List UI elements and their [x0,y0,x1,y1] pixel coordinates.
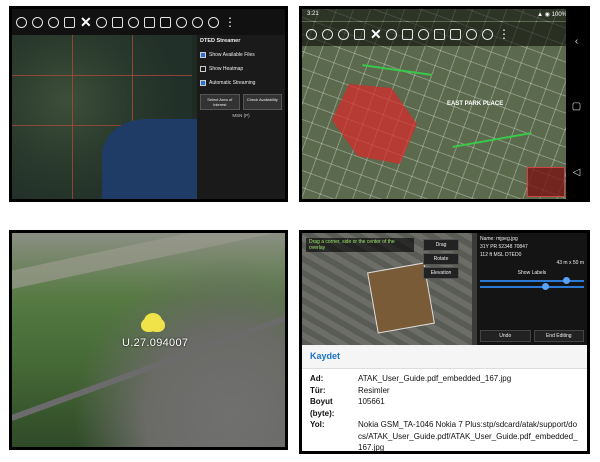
recents-icon[interactable]: ◁ [573,167,581,178]
alert-icon[interactable] [418,28,429,40]
option-show-files[interactable]: Show Available Files [200,52,282,58]
opacity-slider[interactable] [480,277,584,284]
dted-title: DTED Streamer [200,38,241,44]
marker-label: U.27.094007 [122,337,189,349]
panel-dted-streamer: ✕ ⋮ DTED Streamer Show Available Files S… [9,6,288,202]
overflow-menu-icon[interactable]: ⋮ [498,28,510,40]
checkbox-icon[interactable] [200,52,206,58]
elevation-button[interactable]: Elevation [423,267,459,279]
circle-icon[interactable] [306,28,317,40]
overlay-info-panel: Name: mjpeg.jpg 31Y PR 52348 70847 112 f… [477,233,587,345]
prop-row: Boyut (byte): 105661 [310,397,385,418]
layers-icon[interactable] [144,16,155,28]
marker-icon[interactable] [144,313,162,329]
checkbox-icon[interactable] [200,80,206,86]
prop-row: Tür: Resimler [310,385,390,395]
rotate-button[interactable]: Rotate [423,253,459,265]
info-dimensions: 43 m x 50 m [556,260,584,266]
circle-icon[interactable] [338,28,349,40]
info-name: Name: mjpeg.jpg [480,236,518,242]
prop-row: Ad: ATAK_User_Guide.pdf_embedded_167.jpg [310,374,512,383]
size-slider[interactable] [480,283,584,290]
toolbar: ✕ ⋮ [302,22,566,46]
status-bar: 3:21 ▲ ◉ 100% [302,9,572,21]
edit-icon[interactable] [112,16,123,28]
info-elevation: 112 ft MSL DTED0 [480,252,522,258]
grid-box[interactable] [527,167,565,197]
hand-icon[interactable] [466,28,477,40]
show-labels-label: Show Labels [517,270,547,276]
drag-button[interactable]: Drag [423,239,459,251]
area-label: EAST PARK PLACE [447,101,504,107]
select-area-button[interactable]: Select Area of Interest [200,94,240,110]
status-time: 3:21 [307,11,319,17]
map-icon[interactable] [160,16,171,28]
prop-row: Yol: Nokia GSM_TA-1046 Nokia 7 Plus:stp/s… [310,420,578,452]
drag-tip: Drag a corner, side or the center of the… [306,238,414,252]
folder-icon[interactable] [354,28,365,40]
tab-bar: Kaydet [302,345,587,369]
sea-area [102,119,212,199]
folder-icon[interactable] [64,16,75,28]
circle-icon[interactable] [322,28,333,40]
circle-icon[interactable] [16,16,27,28]
close-icon[interactable]: ✕ [80,15,92,29]
refresh-icon[interactable] [192,16,203,28]
panel-map-overlay: EAST PARK PLACE 3:21 ▲ ◉ 100% ✕ ⋮ ‹ ▢ ◁ [299,6,590,202]
gear-icon[interactable] [386,28,397,40]
check-availability-button[interactable]: Check Availability [242,94,282,110]
back-icon[interactable]: ‹ [575,36,578,47]
map-view[interactable] [12,35,212,199]
option-show-heatmap[interactable]: Show Heatmap [200,66,282,72]
file-properties: Ad: ATAK_User_Guide.pdf_embedded_167.jpg … [310,373,581,452]
gear-icon[interactable] [96,16,107,28]
tab-save[interactable]: Kaydet [310,351,340,361]
checkbox-icon[interactable] [200,66,206,72]
end-editing-button[interactable]: End Editing [533,330,584,342]
layers-icon[interactable] [434,28,445,40]
option-auto-streaming[interactable]: Automatic Streaming [200,80,282,86]
alert-icon[interactable] [128,16,139,28]
edit-icon[interactable] [402,28,413,40]
home-icon[interactable]: ▢ [572,101,581,112]
close-icon[interactable]: ✕ [370,27,382,41]
hand-icon[interactable] [176,16,187,28]
dted-side-panel: DTED Streamer Show Available Files Show … [197,35,285,199]
toolbar: ✕ ⋮ [12,9,285,35]
status-icons: ▲ ◉ 100% [537,12,567,18]
undo-button[interactable]: Undo [480,330,531,342]
circle-icon[interactable] [48,16,59,28]
circle-icon[interactable] [32,16,43,28]
nav-rail: ‹ ▢ ◁ [566,9,587,199]
globe-icon[interactable] [208,16,219,28]
info-grid: 31Y PR 52348 70847 [480,244,528,250]
panel-satellite-marker: U.27.094007 [9,230,288,450]
overlay-photo[interactable]: Drag a corner, side or the center of the… [302,233,587,345]
overflow-menu-icon[interactable]: ⋮ [224,16,236,28]
refresh-icon[interactable] [482,28,493,40]
sub-label: MSN (P) [232,113,250,118]
map-icon[interactable] [450,28,461,40]
panel-overlay-properties: Drag a corner, side or the center of the… [299,230,590,454]
